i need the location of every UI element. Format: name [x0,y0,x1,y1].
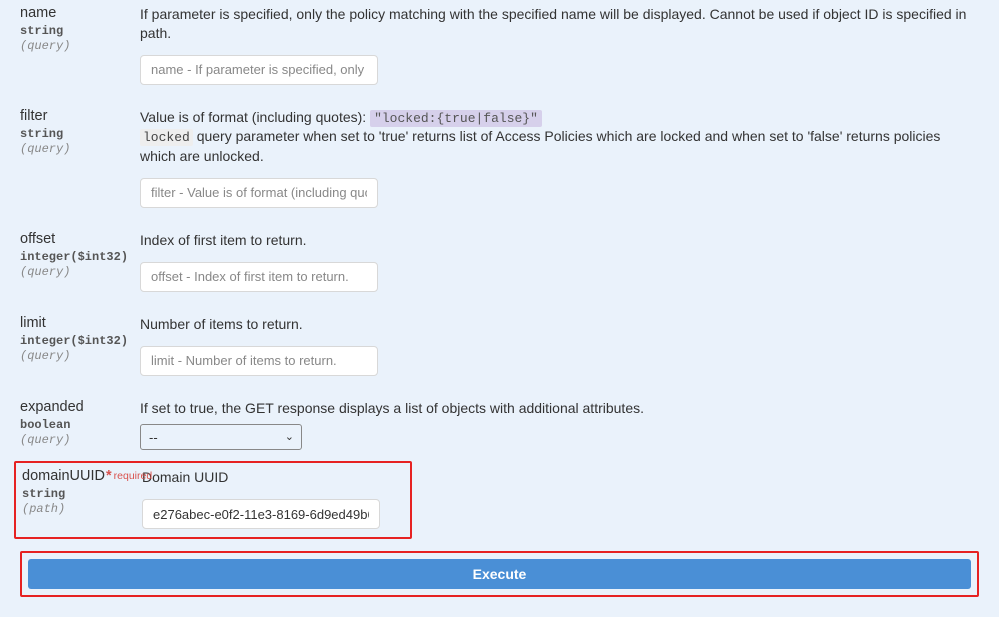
param-type: boolean [20,418,130,433]
required-star: * [106,468,112,484]
highlight-domainuuid: domainUUID*required string (path) Domain… [14,461,412,539]
param-desc-text: Domain UUID [142,468,404,487]
param-meta: domainUUID*required string (path) [22,468,142,518]
param-meta: limit integer($int32) (query) [20,315,140,365]
param-label: domainUUID*required [22,468,132,487]
param-meta: expanded boolean (query) [20,399,140,449]
param-desc: If set to true, the GET response display… [140,399,979,451]
param-desc: Number of items to return. [140,315,979,376]
param-type: string [20,127,130,142]
param-desc-text: If parameter is specified, only the poli… [140,5,979,43]
param-in: (query) [20,433,130,449]
param-row-domainuuid: domainUUID*required string (path) Domain… [22,468,404,529]
expanded-select[interactable]: -- [140,424,302,450]
param-desc-text: Index of first item to return. [140,231,979,250]
expanded-select-wrap: -- ⌄ [140,424,302,450]
param-row-limit: limit integer($int32) (query) Number of … [20,310,979,394]
param-meta: filter string (query) [20,108,140,158]
param-type: integer($int32) [20,250,130,265]
execute-button[interactable]: Execute [28,559,971,589]
param-desc: Index of first item to return. [140,231,979,292]
param-desc: Value is of format (including quotes): "… [140,108,979,208]
filter-input[interactable] [140,178,378,208]
param-in: (path) [22,502,132,518]
limit-input[interactable] [140,346,378,376]
filter-code-inline: locked [140,129,193,146]
param-row-offset: offset integer($int32) (query) Index of … [20,226,979,310]
domainuuid-label: domainUUID [22,468,105,484]
param-label: name [20,5,130,24]
param-meta: name string (query) [20,5,140,55]
param-type: string [20,24,130,39]
param-type: string [22,487,132,502]
param-desc-text: Value is of format (including quotes): "… [140,108,979,166]
param-in: (query) [20,142,130,158]
highlight-execute: Execute [20,551,979,597]
param-label: filter [20,108,130,127]
required-label: required [114,470,153,482]
name-input[interactable] [140,55,378,85]
param-in: (query) [20,349,130,365]
param-in: (query) [20,265,130,281]
param-row-filter: filter string (query) Value is of format… [20,103,979,226]
filter-desc-prefix: Value is of format (including quotes): [140,109,370,125]
param-label: expanded [20,399,130,418]
param-row-expanded: expanded boolean (query) If set to true,… [20,394,979,461]
param-in: (query) [20,39,130,55]
param-desc: If parameter is specified, only the poli… [140,5,979,85]
parameters-panel: name string (query) If parameter is spec… [0,0,999,617]
offset-input[interactable] [140,262,378,292]
param-row-name: name string (query) If parameter is spec… [20,0,979,103]
param-desc-text: If set to true, the GET response display… [140,399,979,418]
filter-desc-suffix: query parameter when set to 'true' retur… [140,128,940,164]
param-meta: offset integer($int32) (query) [20,231,140,281]
param-desc: Domain UUID [142,468,404,529]
filter-code-quote: "locked:{true|false}" [370,110,542,127]
param-desc-text: Number of items to return. [140,315,979,334]
param-label: limit [20,315,130,334]
param-type: integer($int32) [20,334,130,349]
param-label: offset [20,231,130,250]
domainuuid-input[interactable] [142,499,380,529]
